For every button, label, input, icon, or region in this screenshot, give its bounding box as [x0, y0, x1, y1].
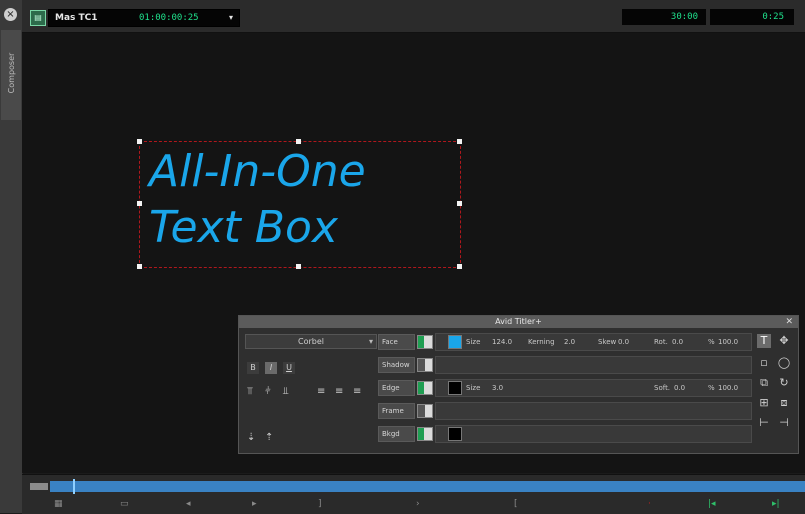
- resize-handle[interactable]: [137, 264, 142, 269]
- align-right-edge-icon[interactable]: ⊣: [777, 416, 791, 430]
- face-opacity-value[interactable]: 100.0: [718, 334, 738, 350]
- face-skew-value[interactable]: 0.0: [618, 334, 629, 350]
- font-select-value: Corbel: [298, 337, 324, 346]
- shadow-label: Shadow: [378, 357, 415, 373]
- align-center-icon[interactable]: ≡: [335, 386, 343, 398]
- edge-soft-value[interactable]: 0.0: [674, 380, 685, 396]
- face-size-label: Size: [466, 338, 481, 346]
- ellipse-tool-icon[interactable]: ◯: [777, 356, 791, 370]
- edge-toggle[interactable]: [417, 381, 433, 395]
- transport-bar: [22, 474, 805, 514]
- close-icon[interactable]: ✕: [785, 316, 793, 328]
- resize-handle[interactable]: [457, 139, 462, 144]
- align-left-edge-icon[interactable]: ⊢: [757, 416, 771, 430]
- clip-icon[interactable]: ▦: [54, 498, 63, 510]
- position-display: 0:25: [710, 9, 794, 25]
- composer-tab-label: Composer: [7, 52, 16, 94]
- align-right-icon[interactable]: ≡: [353, 386, 361, 398]
- edge-size-label: Size: [466, 384, 481, 392]
- resize-handle[interactable]: [457, 264, 462, 269]
- grid-icon[interactable]: ⊞: [757, 396, 771, 410]
- chevron-down-icon[interactable]: ▾: [229, 11, 233, 25]
- transport-control[interactable]: ▭: [120, 498, 129, 510]
- titler-title: Avid Titler+: [495, 317, 542, 326]
- close-icon[interactable]: ×: [4, 8, 17, 21]
- chevron-down-icon: ▾: [368, 337, 373, 346]
- face-size-value[interactable]: 124.0: [492, 334, 512, 350]
- edge-row: Size 3.0 Soft. 0.0 % 100.0: [435, 379, 752, 397]
- transport-control[interactable]: ▸|: [772, 498, 780, 510]
- align-top-icon[interactable]: ⫪: [247, 386, 253, 398]
- italic-button[interactable]: I: [265, 362, 277, 374]
- face-skew-label: Skew: [598, 338, 617, 346]
- align-bottom-icon[interactable]: ⫫: [283, 386, 289, 398]
- baseline-up-icon[interactable]: ⇡: [265, 432, 273, 444]
- position-scrub-bar[interactable]: [50, 481, 805, 492]
- face-opacity-label: %: [708, 338, 715, 346]
- shadow-row: [435, 356, 752, 374]
- move-tool-icon[interactable]: ✥: [777, 334, 791, 348]
- rectangle-tool-icon[interactable]: ▫: [757, 356, 771, 370]
- resize-handle[interactable]: [137, 139, 142, 144]
- playhead[interactable]: [73, 479, 75, 494]
- underline-button[interactable]: U: [283, 362, 295, 374]
- edge-soft-label: Soft.: [654, 384, 671, 392]
- position-value: 0:25: [762, 12, 784, 22]
- text-tool-icon[interactable]: T: [757, 334, 771, 348]
- face-rot-label: Rot.: [654, 338, 668, 346]
- frame-row: [435, 402, 752, 420]
- align-middle-icon[interactable]: ⫩: [265, 386, 271, 398]
- layer-icon[interactable]: ⧉: [757, 376, 771, 390]
- frame-toggle[interactable]: [417, 404, 433, 418]
- edge-opacity-label: %: [708, 384, 715, 392]
- face-row: Size 124.0 Kerning 2.0 Skew 0.0 Rot. 0.0…: [435, 333, 752, 351]
- edge-size-value[interactable]: 3.0: [492, 380, 503, 396]
- transport-control[interactable]: [: [514, 498, 518, 510]
- face-toggle[interactable]: [417, 335, 433, 349]
- track-select-icon[interactable]: ▤: [30, 10, 46, 26]
- bkgd-label: Bkgd: [378, 426, 415, 442]
- transport-control[interactable]: ›: [416, 498, 420, 510]
- resize-handle[interactable]: [457, 201, 462, 206]
- title-line-2: Text Box: [149, 202, 338, 253]
- edge-opacity-value[interactable]: 100.0: [718, 380, 738, 396]
- scrub-start-handle[interactable]: [30, 483, 48, 490]
- face-kerning-value[interactable]: 2.0: [564, 334, 575, 350]
- rotate-icon[interactable]: ↻: [777, 376, 791, 390]
- transport-control[interactable]: ◂: [186, 498, 191, 510]
- transport-control[interactable]: ▸: [252, 498, 257, 510]
- shadow-toggle[interactable]: [417, 358, 433, 372]
- record-icon[interactable]: ·: [648, 498, 651, 510]
- resize-handle[interactable]: [137, 201, 142, 206]
- arrange-icon[interactable]: ⧈: [777, 396, 791, 410]
- face-color-swatch[interactable]: [448, 335, 462, 349]
- title-line-1: All-In-One: [149, 146, 366, 197]
- transport-control[interactable]: ]: [318, 498, 322, 510]
- titler-title-bar[interactable]: Avid Titler+: [239, 316, 798, 328]
- baseline-down-icon[interactable]: ⇣: [247, 432, 255, 444]
- bkgd-color-swatch[interactable]: [448, 427, 462, 441]
- timecode-value: 01:00:00:25: [139, 13, 199, 23]
- face-label: Face: [378, 334, 415, 350]
- bold-button[interactable]: B: [247, 362, 259, 374]
- edge-label: Edge: [378, 380, 415, 396]
- transport-control[interactable]: |◂: [708, 498, 716, 510]
- duration-display: 30:00: [622, 9, 706, 25]
- title-text[interactable]: All-In-One Text Box: [149, 144, 454, 256]
- align-left-icon[interactable]: ≡: [317, 386, 325, 398]
- resize-handle[interactable]: [296, 264, 301, 269]
- timecode-name: Mas TC1: [55, 13, 98, 23]
- font-select[interactable]: Corbel ▾: [245, 334, 377, 349]
- avid-titler-panel: Avid Titler+ ✕ Corbel ▾ B I U ⫪ ⫩ ⫫ ≡ ≡ …: [238, 315, 799, 454]
- timecode-display[interactable]: Mas TC1 01:00:00:25 ▾: [48, 9, 240, 27]
- face-kerning-label: Kerning: [528, 338, 555, 346]
- bkgd-row: [435, 425, 752, 443]
- bkgd-toggle[interactable]: [417, 427, 433, 441]
- frame-label: Frame: [378, 403, 415, 419]
- duration-value: 30:00: [670, 12, 698, 22]
- face-rot-value[interactable]: 0.0: [672, 334, 683, 350]
- edge-color-swatch[interactable]: [448, 381, 462, 395]
